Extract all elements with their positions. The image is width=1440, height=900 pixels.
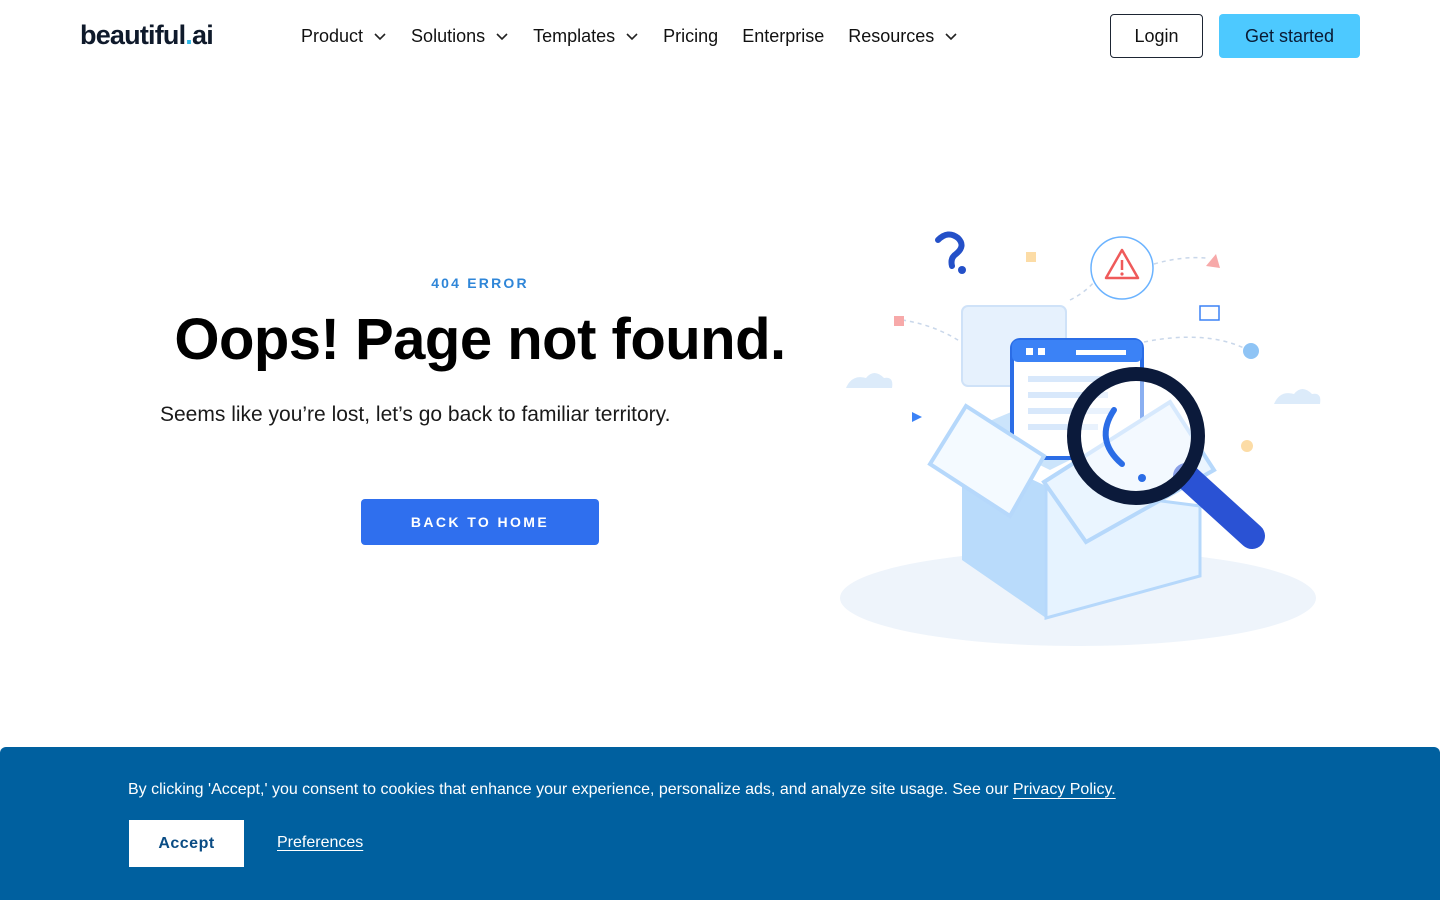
cookie-text: By clicking 'Accept,' you consent to coo… [128, 781, 1013, 798]
get-started-button[interactable]: Get started [1219, 14, 1360, 58]
nav-label: Solutions [411, 25, 486, 46]
privacy-policy-link[interactable]: Privacy Policy. [1013, 781, 1116, 798]
nav-item-pricing[interactable]: Pricing [663, 22, 718, 50]
nav-label: Templates [533, 25, 616, 46]
nav-label: Resources [848, 25, 935, 46]
logo-dot: . [185, 20, 192, 50]
cookie-banner: By clicking 'Accept,' you consent to coo… [0, 747, 1440, 900]
nav-label: Pricing [663, 25, 719, 46]
nav-item-templates[interactable]: Templates [533, 22, 639, 50]
main-nav: Product Solutions Templates Pricing Ente… [301, 22, 982, 50]
chevron-down-icon [626, 33, 638, 41]
nav-item-resources[interactable]: Resources [848, 22, 958, 50]
nav-item-enterprise[interactable]: Enterprise [742, 22, 824, 50]
nav-label: Enterprise [742, 25, 825, 46]
chevron-down-icon [374, 33, 386, 41]
logo[interactable]: beautiful.ai [80, 20, 214, 51]
cookie-preferences-link[interactable]: Preferences [277, 834, 363, 852]
nav-item-solutions[interactable]: Solutions [411, 22, 509, 50]
logo-text: beautiful [80, 20, 186, 50]
chevron-down-icon [945, 33, 957, 41]
back-to-home-button[interactable]: BACK TO HOME [361, 499, 599, 545]
logo-suffix: ai [192, 20, 214, 50]
login-button[interactable]: Login [1110, 14, 1203, 58]
chevron-down-icon [496, 33, 508, 41]
site-header: beautiful.ai Product Solutions Templates… [0, 0, 1440, 72]
cookie-message: By clicking 'Accept,' you consent to coo… [128, 781, 1116, 799]
accept-cookies-button[interactable]: Accept [129, 820, 244, 867]
page-title: Oops! Page not found. [174, 307, 786, 372]
nav-label: Product [301, 25, 364, 46]
page-subtitle: Seems like you’re lost, let’s go back to… [160, 403, 671, 426]
not-found-illustration [840, 231, 1321, 646]
error-code-label: 404 ERROR [431, 275, 529, 291]
nav-item-product[interactable]: Product [301, 22, 387, 50]
